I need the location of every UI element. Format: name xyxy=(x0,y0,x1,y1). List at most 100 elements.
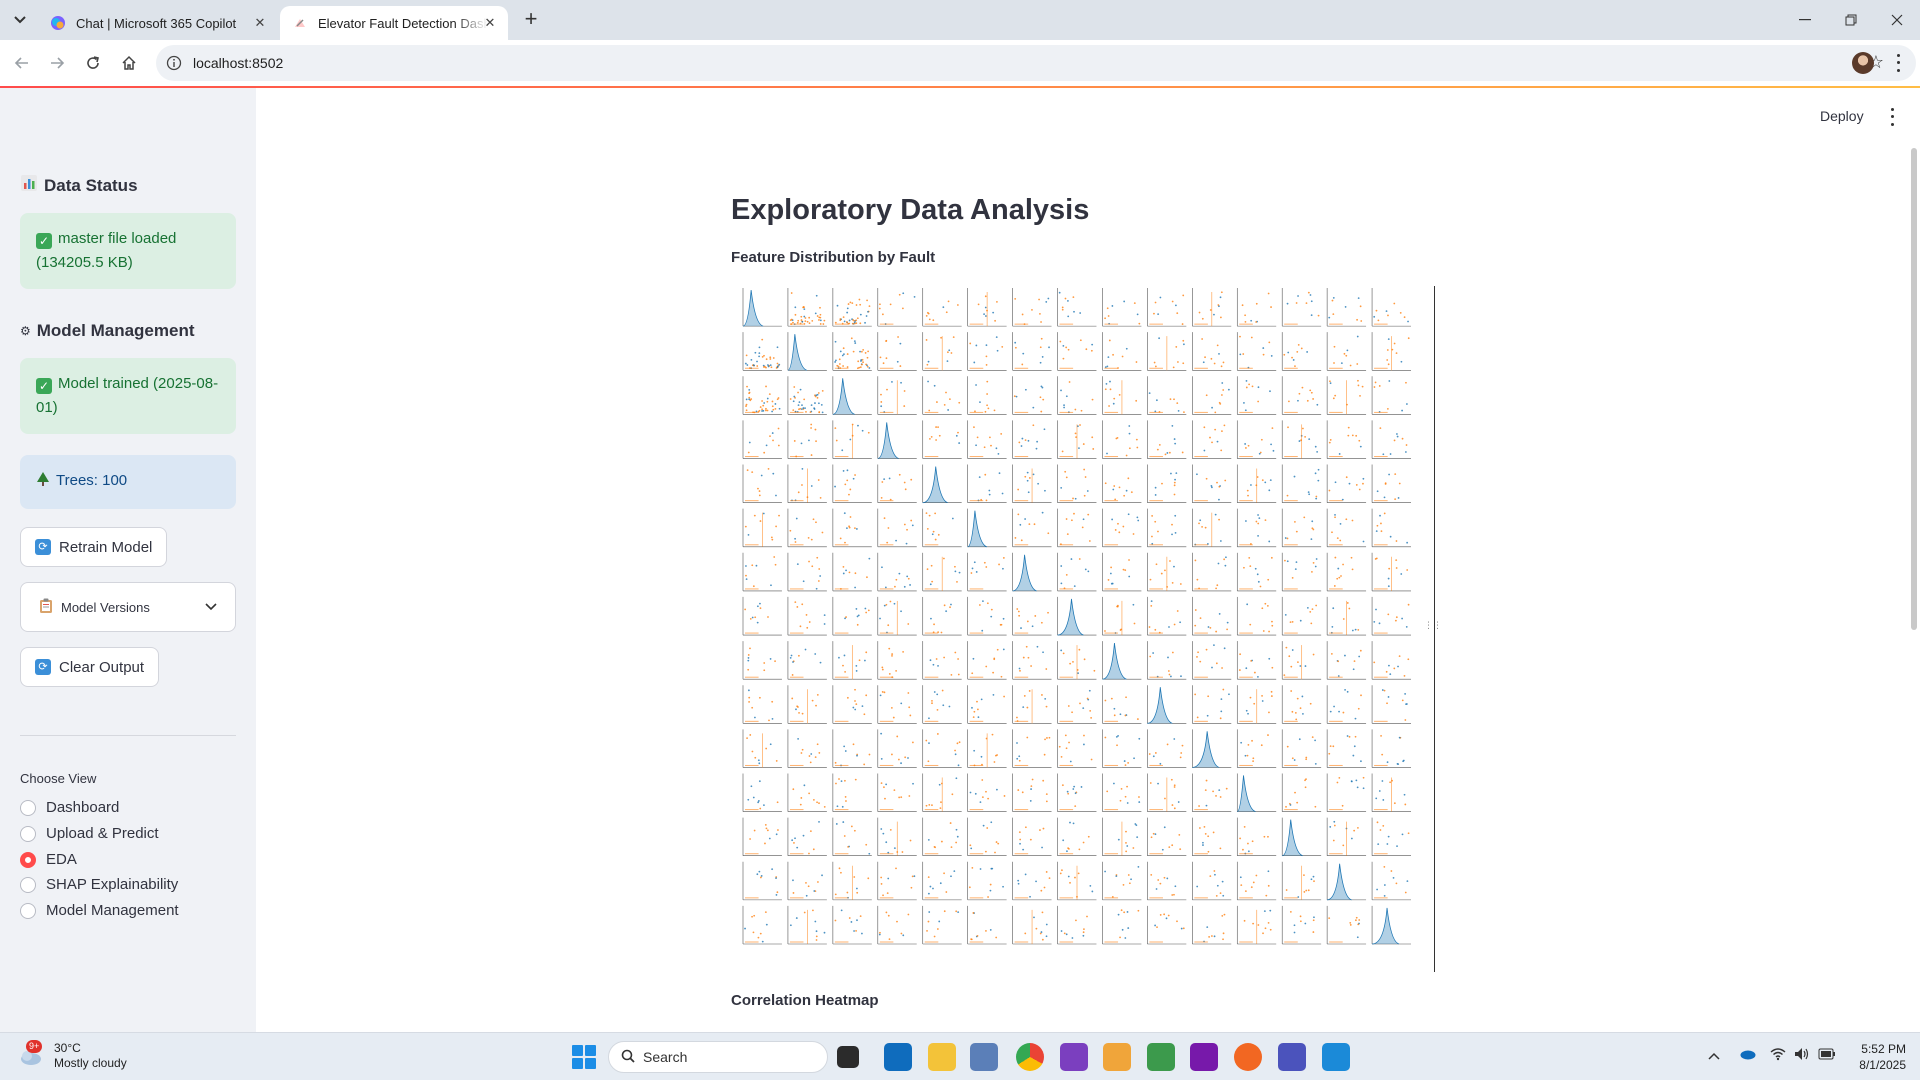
pairplot-point xyxy=(1336,537,1339,540)
view-radio-shap[interactable]: SHAP Explainability xyxy=(20,876,178,893)
site-info-icon[interactable] xyxy=(166,55,182,71)
pairplot-point xyxy=(1071,937,1074,939)
vscode-icon[interactable] xyxy=(1322,1043,1350,1071)
file-explorer-icon[interactable] xyxy=(928,1043,956,1071)
home-icon[interactable] xyxy=(117,51,141,75)
volume-icon[interactable] xyxy=(1794,1047,1810,1064)
app-menu-icon[interactable] xyxy=(1884,106,1900,128)
clear-output-button[interactable]: ⟳ Clear Output xyxy=(20,647,160,687)
outlook-icon[interactable] xyxy=(884,1043,912,1071)
back-icon[interactable] xyxy=(10,51,34,75)
pairplot-point xyxy=(1332,839,1335,842)
pairplot-point xyxy=(1285,889,1288,891)
model-trained-message: Model trained (2025-08-01) xyxy=(36,375,219,416)
postman-icon[interactable] xyxy=(1234,1043,1262,1071)
onedrive-icon[interactable] xyxy=(1738,1047,1756,1063)
pairplot-point xyxy=(1271,666,1274,669)
pairplot-point xyxy=(1022,656,1025,659)
pairplot-point xyxy=(810,753,813,755)
pairplot-point xyxy=(985,364,988,366)
close-window-icon[interactable] xyxy=(1874,0,1920,40)
pairplot-point xyxy=(1105,382,1108,385)
close-tab-icon[interactable]: ✕ xyxy=(252,15,268,31)
profile-avatar[interactable] xyxy=(1852,52,1874,74)
pairplot-point xyxy=(1183,411,1185,414)
pairplot-point xyxy=(1271,624,1274,627)
pairplot-point xyxy=(1179,621,1182,624)
tab-search-chevron-icon[interactable] xyxy=(8,10,32,30)
pairplot-point xyxy=(748,701,750,703)
fullscreen-handle-icon[interactable]: ⋮⋮ xyxy=(1424,620,1442,631)
pairplot-point xyxy=(1297,399,1299,402)
pairplot-point xyxy=(1163,826,1166,829)
pairplot-point xyxy=(798,711,800,714)
pairplot-point xyxy=(1289,910,1292,913)
pairplot-point xyxy=(1314,805,1317,808)
view-radio-model-management[interactable]: Model Management xyxy=(20,902,179,919)
network-app-icon[interactable] xyxy=(970,1043,998,1071)
tools-app-icon[interactable] xyxy=(1103,1043,1131,1071)
chrome-icon[interactable] xyxy=(1016,1043,1044,1071)
reload-icon[interactable] xyxy=(81,51,105,75)
pairplot-point xyxy=(943,557,945,560)
pairplot-point xyxy=(802,306,805,309)
pairplot-point xyxy=(1272,449,1275,452)
pairplot-point xyxy=(1350,837,1353,840)
view-radio-eda[interactable]: EDA xyxy=(20,851,77,868)
system-clock[interactable]: 5:52 PM 8/1/2025 xyxy=(1846,1041,1906,1073)
pairplot-point xyxy=(971,706,973,709)
close-tab-icon[interactable]: ✕ xyxy=(482,15,498,31)
tray-chevron-up-icon[interactable] xyxy=(1708,1047,1720,1063)
pairplot-point xyxy=(1165,917,1168,920)
scrollbar-thumb[interactable] xyxy=(1911,148,1917,630)
tab-copilot[interactable]: Chat | Microsoft 365 Copilot ✕ xyxy=(38,6,278,40)
pairplot-point xyxy=(1384,482,1387,484)
pairplot-point xyxy=(754,351,757,354)
task-view-icon[interactable] xyxy=(837,1046,859,1068)
pairplot-point xyxy=(1089,884,1092,887)
radio-button[interactable] xyxy=(20,825,36,842)
view-radio-dashboard[interactable]: Dashboard xyxy=(20,799,119,816)
pairplot-point xyxy=(775,760,778,762)
pairplot-point xyxy=(753,514,756,517)
taskbar-search[interactable]: Search xyxy=(608,1041,828,1073)
windows-start-icon[interactable] xyxy=(572,1045,596,1069)
pairplot-point xyxy=(1205,779,1208,782)
teams-icon[interactable] xyxy=(1278,1043,1306,1071)
pairplot-point xyxy=(1166,452,1169,454)
wifi-icon[interactable] xyxy=(1770,1047,1786,1064)
radio-button[interactable] xyxy=(20,876,36,893)
tab-elevator-dashboard[interactable]: Elevator Fault Detection Dashboard ✕ xyxy=(280,6,508,40)
spreadsheet-app-icon[interactable] xyxy=(1147,1043,1175,1071)
retrain-model-button[interactable]: ⟳ Retrain Model xyxy=(20,527,168,567)
pairplot-point xyxy=(854,708,857,711)
restore-icon[interactable] xyxy=(1828,0,1874,40)
pairplot-point xyxy=(1152,832,1155,835)
onenote-icon[interactable] xyxy=(1190,1043,1218,1071)
deploy-button[interactable]: Deploy xyxy=(1820,108,1864,124)
radio-button[interactable] xyxy=(20,902,36,919)
new-tab-button[interactable]: + xyxy=(520,8,542,31)
pairplot-point xyxy=(853,321,856,324)
pairplot-point xyxy=(879,617,881,620)
pairplot-point xyxy=(1074,408,1077,411)
pairplot-point xyxy=(904,488,907,491)
visual-studio-icon[interactable] xyxy=(1060,1043,1088,1071)
radio-button[interactable] xyxy=(20,799,36,816)
pairplot-point xyxy=(835,359,837,362)
pairplot-point xyxy=(1244,443,1247,445)
browser-menu-icon[interactable] xyxy=(1890,52,1906,74)
minimize-icon[interactable] xyxy=(1782,0,1828,40)
pairplot-point xyxy=(1247,842,1249,845)
pairplot-point xyxy=(889,600,892,603)
model-versions-expander[interactable]: Model Versions xyxy=(20,582,236,632)
view-radio-upload-predict[interactable]: Upload & Predict xyxy=(20,825,159,842)
forward-icon[interactable] xyxy=(45,51,69,75)
radio-button-selected[interactable] xyxy=(20,851,36,868)
pairplot-point xyxy=(1344,688,1346,691)
weather-widget[interactable]: 9+ 30°C Mostly cloudy xyxy=(16,1040,127,1071)
battery-icon[interactable] xyxy=(1818,1047,1836,1063)
pairplot-point xyxy=(1386,843,1389,845)
pairplot-point xyxy=(1198,805,1200,807)
address-bar[interactable]: localhost:8502 ☆ xyxy=(156,45,1916,81)
